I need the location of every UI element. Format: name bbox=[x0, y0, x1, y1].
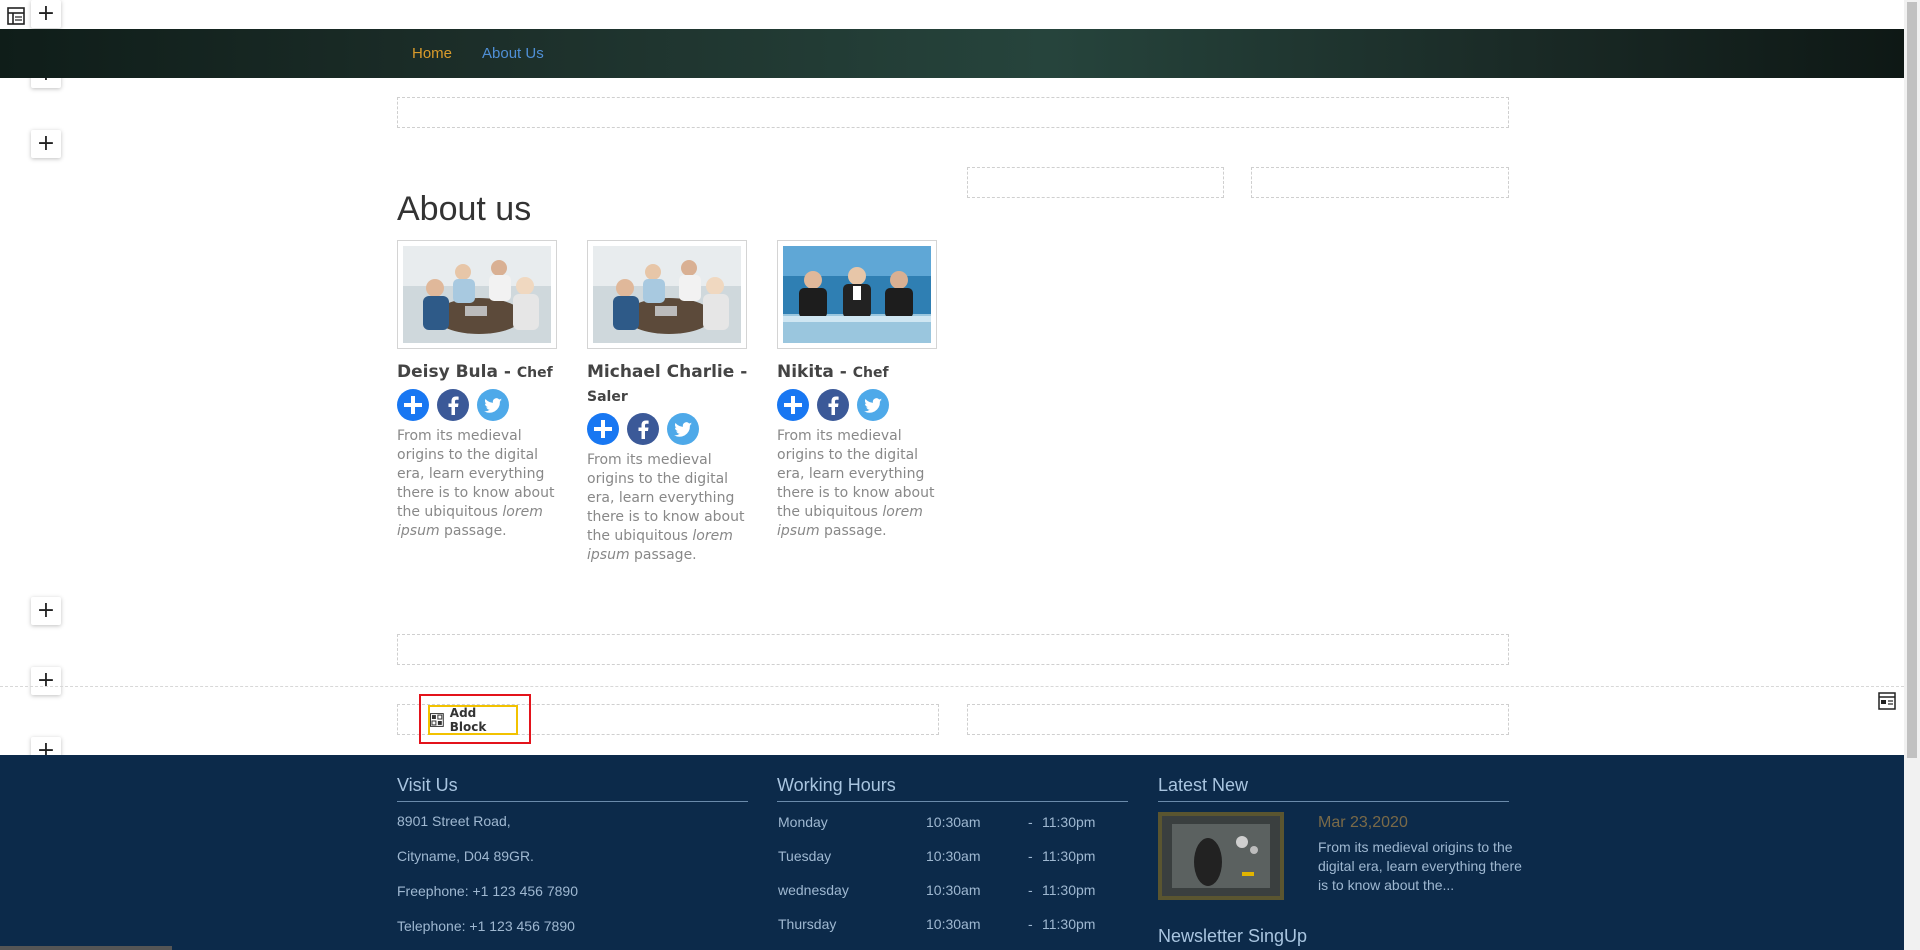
name-separator: - bbox=[497, 362, 517, 382]
social-links bbox=[587, 412, 749, 445]
page-title: About us bbox=[397, 190, 532, 228]
hours-close: 11:30pm bbox=[1042, 814, 1096, 830]
social-links bbox=[397, 388, 559, 421]
person-role: Chef bbox=[852, 365, 889, 381]
empty-block-placeholder[interactable] bbox=[1251, 167, 1509, 198]
twitter-icon[interactable] bbox=[477, 388, 509, 421]
hours-open: 10:30am bbox=[926, 848, 981, 864]
add-section-button[interactable]: + bbox=[31, 667, 61, 695]
team-card: Deisy Bula - Chef From its medieval orig… bbox=[397, 240, 559, 541]
person-role: Saler bbox=[587, 388, 628, 405]
hours-day: wednesday bbox=[778, 882, 849, 898]
team-photo bbox=[593, 246, 741, 343]
nav-about-link[interactable]: About Us bbox=[482, 45, 544, 62]
bio-text: passage. bbox=[819, 522, 887, 539]
add-block-button[interactable]: Add Block bbox=[428, 705, 518, 735]
bio-text: passage. bbox=[629, 546, 697, 563]
main-navbar: Home About Us bbox=[0, 29, 1904, 78]
team-photo bbox=[403, 246, 551, 343]
hours-dash: - bbox=[1028, 882, 1033, 898]
add-section-button[interactable]: + bbox=[31, 0, 61, 28]
person-name-line: Michael Charlie - Saler bbox=[587, 361, 749, 409]
latest-news-heading: Latest New bbox=[1158, 775, 1249, 795]
person-name: Michael Charlie bbox=[587, 362, 735, 382]
section-divider bbox=[0, 686, 1904, 687]
add-plus-share-icon[interactable] bbox=[587, 412, 619, 445]
nav-home-link[interactable]: Home bbox=[412, 45, 452, 62]
heading-rule bbox=[777, 801, 1128, 802]
news-image bbox=[1162, 816, 1280, 896]
facebook-icon[interactable] bbox=[627, 412, 659, 445]
person-bio: From its medieval origins to the digital… bbox=[777, 427, 939, 541]
news-thumbnail[interactable] bbox=[1158, 812, 1284, 900]
bio-text: passage. bbox=[439, 522, 507, 539]
facebook-icon[interactable] bbox=[437, 388, 469, 421]
telephone-text: Telephone: +1 123 456 7890 bbox=[397, 918, 575, 934]
hours-open: 10:30am bbox=[926, 882, 981, 898]
add-section-button[interactable]: + bbox=[31, 597, 61, 625]
add-section-button[interactable]: + bbox=[31, 130, 61, 158]
hours-close: 11:30pm bbox=[1042, 848, 1096, 864]
working-hours-heading: Working Hours bbox=[777, 775, 896, 795]
person-name-line: Nikita - Chef bbox=[777, 361, 939, 385]
facebook-icon[interactable] bbox=[817, 388, 849, 421]
person-bio: From its medieval origins to the digital… bbox=[397, 427, 559, 541]
hours-open: 10:30am bbox=[926, 814, 981, 830]
team-card: Nikita - Chef From its medieval origins … bbox=[777, 240, 939, 541]
blocks-grid-icon bbox=[430, 713, 444, 727]
twitter-icon[interactable] bbox=[667, 412, 699, 445]
empty-block-placeholder[interactable] bbox=[397, 97, 1509, 128]
heading-rule bbox=[1158, 801, 1509, 802]
plus-icon: + bbox=[36, 598, 56, 623]
scrollbar-thumb[interactable] bbox=[1907, 2, 1917, 758]
add-plus-share-icon[interactable] bbox=[777, 388, 809, 421]
add-block-label: Add Block bbox=[449, 706, 487, 734]
news-date: Mar 23,2020 bbox=[1318, 814, 1408, 831]
hours-close: 11:30pm bbox=[1042, 882, 1096, 898]
empty-block-placeholder[interactable] bbox=[397, 634, 1509, 665]
hours-day: Tuesday bbox=[778, 848, 832, 864]
plus-icon: + bbox=[36, 131, 56, 156]
address-line: Cityname, D04 89GR. bbox=[397, 848, 534, 864]
layout-panel-icon[interactable] bbox=[4, 4, 28, 28]
newsletter-heading: Newsletter SingUp bbox=[1158, 926, 1308, 946]
visit-us-heading: Visit Us bbox=[397, 775, 458, 795]
person-name-line: Deisy Bula - Chef bbox=[397, 361, 559, 385]
block-settings-icon[interactable] bbox=[1874, 688, 1900, 714]
name-separator: - bbox=[734, 362, 748, 382]
person-bio: From its medieval origins to the digital… bbox=[587, 451, 749, 565]
hours-close: 11:30pm bbox=[1042, 916, 1096, 932]
hours-day: Monday bbox=[778, 814, 828, 830]
add-plus-share-icon[interactable] bbox=[397, 388, 429, 421]
team-photo-frame bbox=[777, 240, 937, 349]
hours-day: Thursday bbox=[778, 916, 837, 932]
person-name: Nikita bbox=[777, 362, 834, 382]
team-photo bbox=[783, 246, 931, 343]
bottom-status-bar bbox=[0, 946, 172, 950]
empty-block-placeholder[interactable] bbox=[967, 704, 1509, 735]
person-role: Chef bbox=[516, 365, 553, 381]
name-separator: - bbox=[833, 362, 853, 382]
team-photo-frame bbox=[587, 240, 747, 349]
person-name: Deisy Bula bbox=[397, 362, 498, 382]
address-line: 8901 Street Road, bbox=[397, 813, 511, 829]
plus-icon: + bbox=[36, 668, 56, 693]
team-card: Michael Charlie - Saler From its medieva… bbox=[587, 240, 749, 565]
heading-rule bbox=[397, 801, 748, 802]
twitter-icon[interactable] bbox=[857, 388, 889, 421]
freephone-text: Freephone: +1 123 456 7890 bbox=[397, 883, 578, 899]
plus-icon: + bbox=[36, 1, 56, 26]
empty-block-placeholder[interactable] bbox=[967, 167, 1224, 198]
hours-open: 10:30am bbox=[926, 916, 981, 932]
team-photo-frame bbox=[397, 240, 557, 349]
social-links bbox=[777, 388, 939, 421]
hours-dash: - bbox=[1028, 848, 1033, 864]
hours-dash: - bbox=[1028, 916, 1033, 932]
news-excerpt[interactable]: From its medieval origins to the digital… bbox=[1318, 838, 1523, 895]
page-scrollbar[interactable] bbox=[1904, 0, 1920, 950]
hours-dash: - bbox=[1028, 814, 1033, 830]
